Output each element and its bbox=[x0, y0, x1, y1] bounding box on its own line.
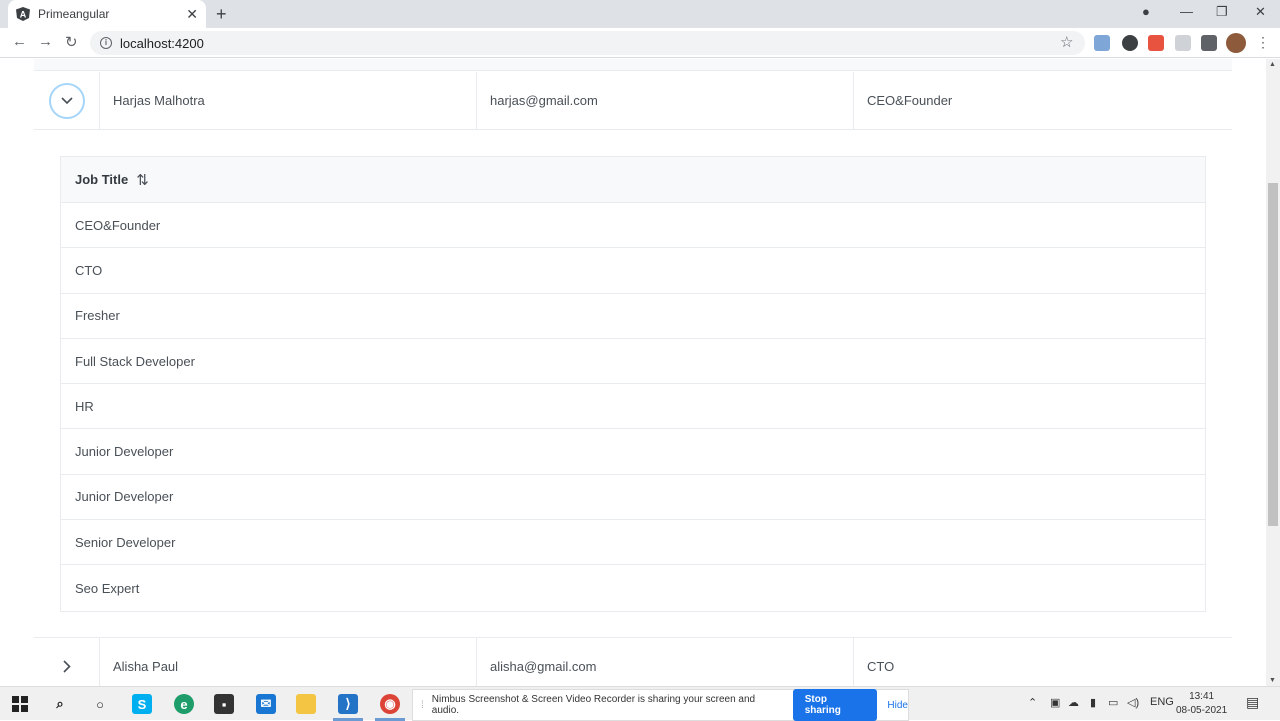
windows-taskbar: ⌕ ○ S e ▪ ✉ ⟩ ◉ ⁞ Nimbus Screenshot & Sc… bbox=[0, 686, 1280, 721]
sort-icon[interactable]: ⇅ bbox=[136, 171, 149, 189]
kebab-menu-icon[interactable]: ⋮ bbox=[1256, 34, 1270, 51]
table-row: Seo Expert bbox=[75, 580, 140, 596]
site-info-icon[interactable]: i bbox=[100, 37, 112, 49]
tab-title: Primeangular bbox=[38, 7, 110, 21]
row-expander-cell bbox=[34, 638, 100, 686]
job-cell: CTO bbox=[867, 658, 895, 674]
table-row: Harjas Malhotra harjas@gmail.com CEO&Fou… bbox=[34, 72, 1232, 130]
email-cell: alisha@gmail.com bbox=[477, 638, 854, 686]
angular-icon: A bbox=[16, 7, 30, 21]
row-toggle-button[interactable] bbox=[48, 82, 85, 119]
table-row: Junior Developer bbox=[61, 475, 1205, 521]
table-row: CTO bbox=[61, 248, 1205, 294]
screen-sharing-bar: ⁞ Nimbus Screenshot & Screen Video Recor… bbox=[412, 689, 909, 721]
avatar[interactable] bbox=[1226, 33, 1246, 53]
close-window-icon[interactable]: ✕ bbox=[1255, 4, 1266, 20]
skype-icon[interactable]: S bbox=[132, 694, 152, 714]
tray-icon[interactable]: ▣ bbox=[1050, 696, 1060, 709]
table-row: Full Stack Developer bbox=[61, 339, 1205, 385]
hide-button[interactable]: Hide bbox=[887, 700, 908, 711]
windows-start-icon[interactable] bbox=[12, 696, 28, 712]
table-row: Junior Developer bbox=[61, 429, 1205, 475]
profile-menu-icon[interactable]: ● bbox=[1142, 4, 1150, 19]
page-scrollbar[interactable]: ▲ ▼ bbox=[1266, 59, 1280, 686]
chevron-down-icon bbox=[60, 96, 73, 104]
table-row: Senior Developer bbox=[61, 520, 1205, 566]
scroll-down-icon[interactable]: ▼ bbox=[1269, 677, 1276, 684]
scrollbar-thumb[interactable] bbox=[1268, 183, 1278, 526]
email-cell: harjas@gmail.com bbox=[477, 72, 854, 129]
name-cell: Harjas Malhotra bbox=[100, 72, 477, 129]
cortana-icon[interactable]: ○ bbox=[90, 694, 110, 714]
chevron-right-icon[interactable] bbox=[62, 659, 71, 673]
extension-icon[interactable] bbox=[1094, 35, 1110, 51]
browser-toolbar: ← → ↻ i localhost:4200 ☆ ⋮ bbox=[0, 28, 1280, 58]
name-cell: Alisha Paul bbox=[100, 638, 477, 686]
mail-icon[interactable]: ✉ bbox=[256, 694, 276, 714]
clock-time: 13:41 bbox=[1189, 691, 1215, 702]
onedrive-icon[interactable]: ☁ bbox=[1068, 696, 1079, 709]
extension-icon[interactable] bbox=[1148, 35, 1164, 51]
new-tab-icon[interactable]: + bbox=[216, 4, 227, 25]
address-bar[interactable]: i localhost:4200 bbox=[90, 31, 1085, 55]
drag-handle-icon[interactable]: ⁞ bbox=[421, 700, 424, 711]
sharing-message: Nimbus Screenshot & Screen Video Recorde… bbox=[431, 694, 756, 716]
maximize-icon[interactable]: ❐ bbox=[1216, 4, 1228, 20]
stop-sharing-button[interactable]: Stop sharing bbox=[792, 689, 878, 721]
table-header-edge bbox=[34, 59, 1232, 71]
tray-overflow-icon[interactable]: ⌃ bbox=[1028, 696, 1037, 709]
page-content: Harjas Malhotra harjas@gmail.com CEO&Fou… bbox=[0, 59, 1266, 686]
clock[interactable]: 13:41 08-05-2021 bbox=[1176, 690, 1227, 718]
language-indicator[interactable]: ENG bbox=[1150, 696, 1174, 708]
microphone-icon[interactable]: ▮ bbox=[1090, 696, 1096, 709]
volume-icon[interactable]: ◁) bbox=[1127, 696, 1139, 709]
puzzle-icon[interactable] bbox=[1201, 35, 1217, 51]
job-cell: CEO&Founder bbox=[867, 93, 953, 108]
chrome-icon[interactable]: ◉ bbox=[380, 694, 400, 714]
table-row: HR bbox=[61, 384, 1205, 430]
shield-icon[interactable] bbox=[1175, 35, 1191, 51]
table-row: Alisha Paul alisha@gmail.com CTO bbox=[34, 637, 1232, 686]
reload-icon[interactable]: ↻ bbox=[65, 33, 78, 51]
browser-tab-bar: A Primeangular ✕ + ● — ❐ ✕ bbox=[0, 0, 1280, 28]
minimize-icon[interactable]: — bbox=[1180, 4, 1193, 19]
table-row: Fresher bbox=[61, 294, 1205, 339]
store-icon[interactable]: ▪ bbox=[214, 694, 234, 714]
battery-icon[interactable]: ▭ bbox=[1108, 696, 1118, 709]
extension-icon[interactable] bbox=[1122, 35, 1138, 51]
notifications-icon[interactable]: ▤ bbox=[1246, 694, 1259, 711]
table-row: CEO&Founder bbox=[61, 203, 1205, 249]
clock-date: 08-05-2021 bbox=[1176, 705, 1228, 716]
svg-text:A: A bbox=[20, 10, 27, 20]
search-icon[interactable]: ⌕ bbox=[50, 694, 70, 714]
job-title-header[interactable]: Job Title ⇅ bbox=[61, 157, 1205, 203]
row-expander-cell bbox=[34, 72, 100, 129]
bookmark-star-icon[interactable]: ☆ bbox=[1060, 33, 1073, 51]
browser-tab[interactable]: A Primeangular ✕ bbox=[8, 0, 206, 28]
back-icon[interactable]: ← bbox=[12, 33, 27, 50]
url-text: localhost:4200 bbox=[120, 35, 204, 51]
vscode-icon[interactable]: ⟩ bbox=[338, 694, 358, 714]
edge-icon[interactable]: e bbox=[174, 694, 194, 714]
close-tab-icon[interactable]: ✕ bbox=[186, 6, 198, 23]
forward-icon[interactable]: → bbox=[38, 33, 53, 50]
column-header-label: Job Title bbox=[75, 172, 129, 187]
nested-job-table: Job Title ⇅ CEO&Founder CTO Fresher Full… bbox=[60, 156, 1206, 612]
file-explorer-icon[interactable] bbox=[296, 694, 316, 714]
scroll-up-icon[interactable]: ▲ bbox=[1269, 61, 1276, 68]
